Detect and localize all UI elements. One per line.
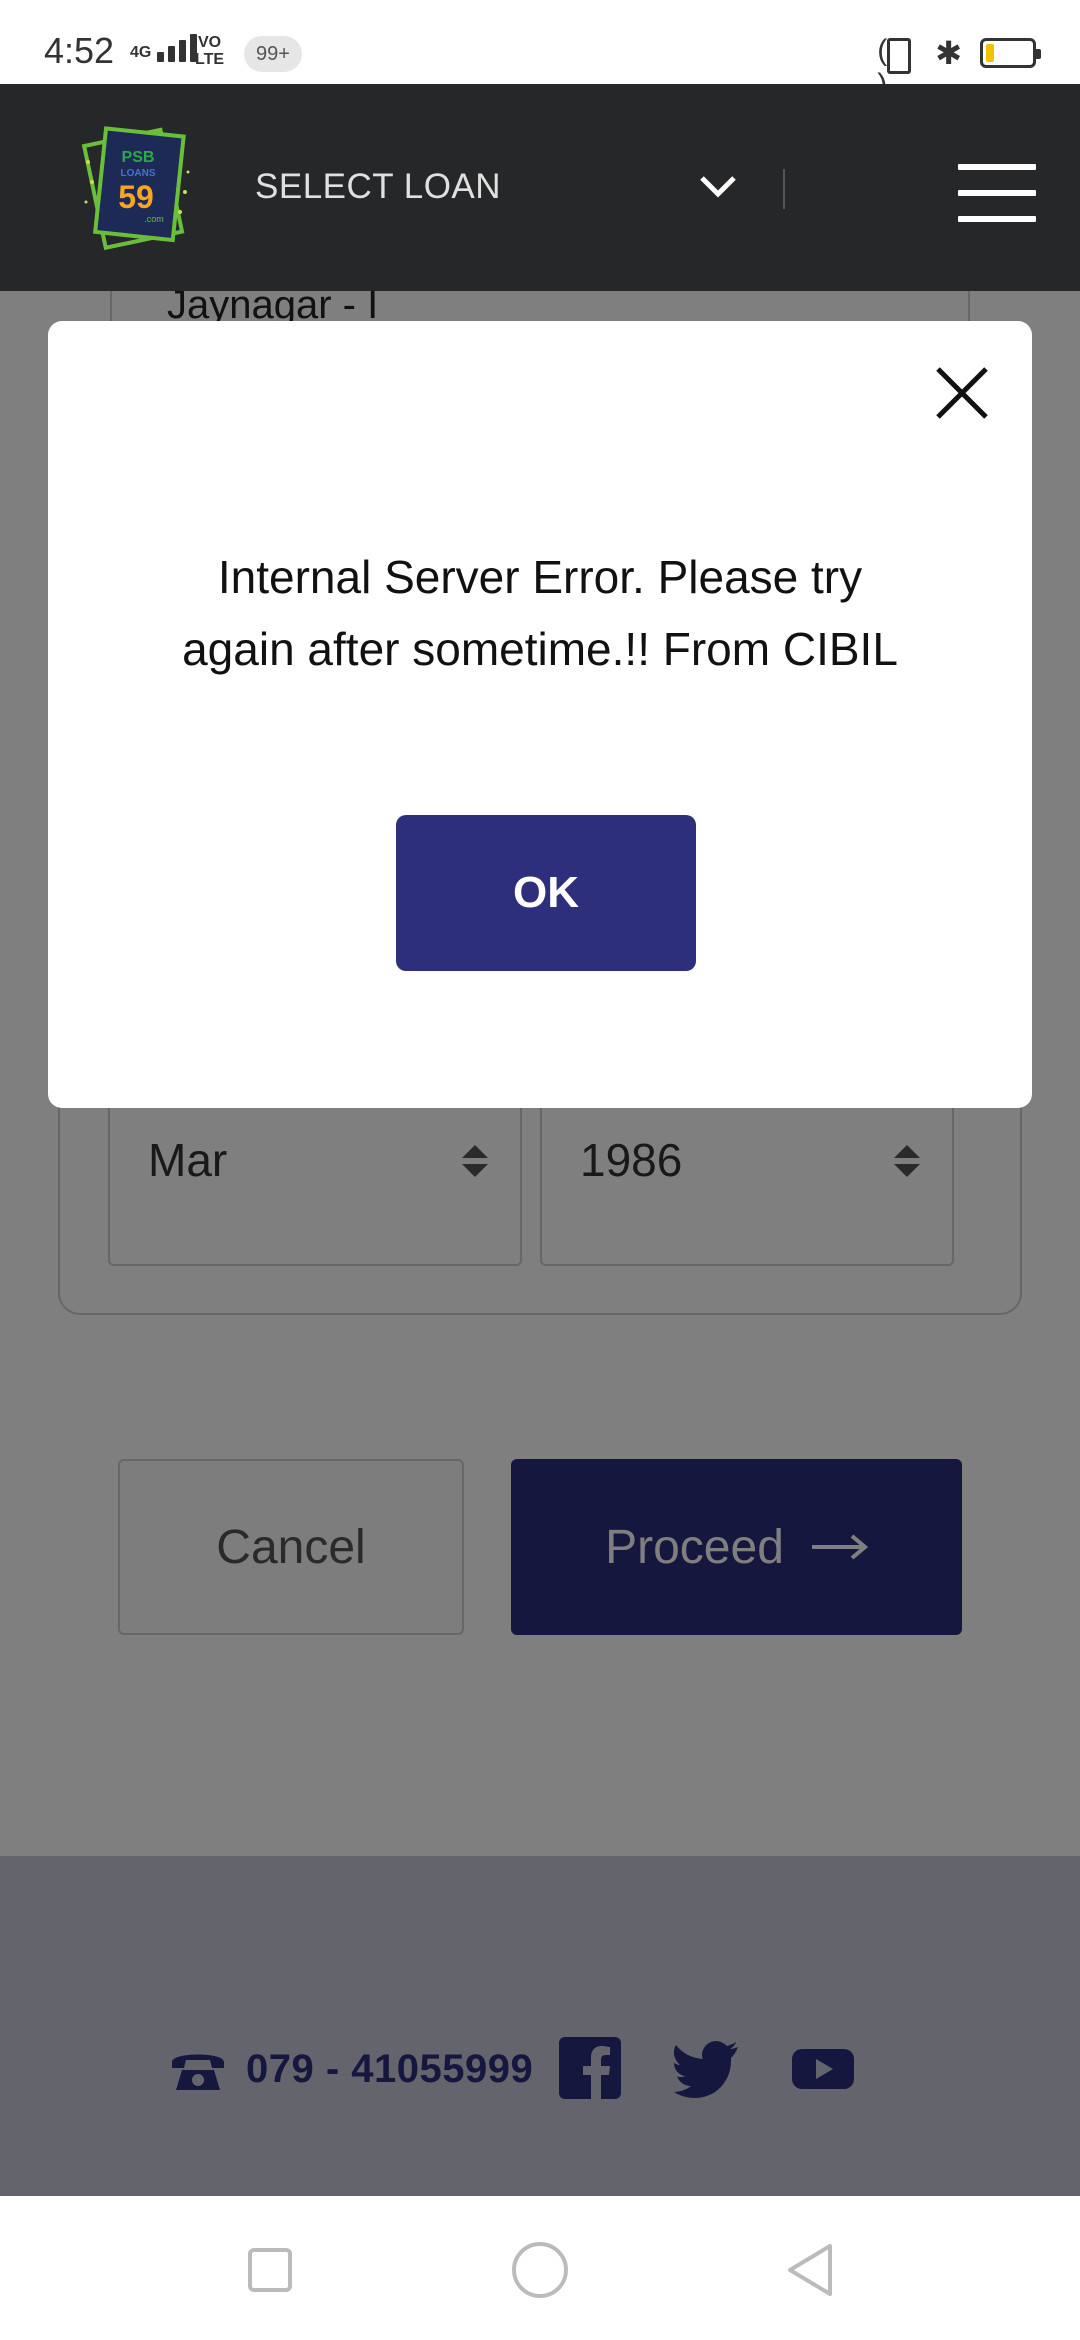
svg-text:.com: .com [144,214,164,224]
svg-text:PSB: PSB [122,149,155,166]
bluetooth-icon: ✱ [935,35,962,71]
chevron-down-icon[interactable] [698,166,738,206]
header-divider [783,169,785,209]
home-icon[interactable] [510,2240,570,2300]
notification-badge: 99+ [244,36,302,72]
error-dialog: Internal Server Error. Please try again … [48,321,1032,1108]
error-message: Internal Server Error. Please try again … [182,551,898,675]
signal-icon: 4G [130,34,198,62]
status-time: 4:52 [44,30,115,71]
vibrate-icon [877,34,917,102]
psb-loans-logo[interactable]: PSB LOANS 59 .com [80,122,195,252]
ok-button[interactable]: OK [396,815,696,971]
app-header: PSB LOANS 59 .com SELECT LOAN [0,84,1080,291]
select-loan-label[interactable]: SELECT LOAN [255,167,501,207]
network-type: 4G [130,44,152,61]
back-icon[interactable] [780,2240,840,2300]
status-bar: 4:52 4G VO LTE 99+ ✱ [0,0,1080,102]
system-nav-bar [0,2196,1080,2340]
battery-icon [980,38,1041,68]
close-icon[interactable] [928,359,996,427]
recent-apps-icon[interactable] [240,2240,300,2300]
hamburger-icon[interactable] [958,164,1036,222]
svg-text:59: 59 [118,179,154,215]
volte-icon: VO LTE [195,34,225,68]
svg-text:LOANS: LOANS [121,168,156,179]
